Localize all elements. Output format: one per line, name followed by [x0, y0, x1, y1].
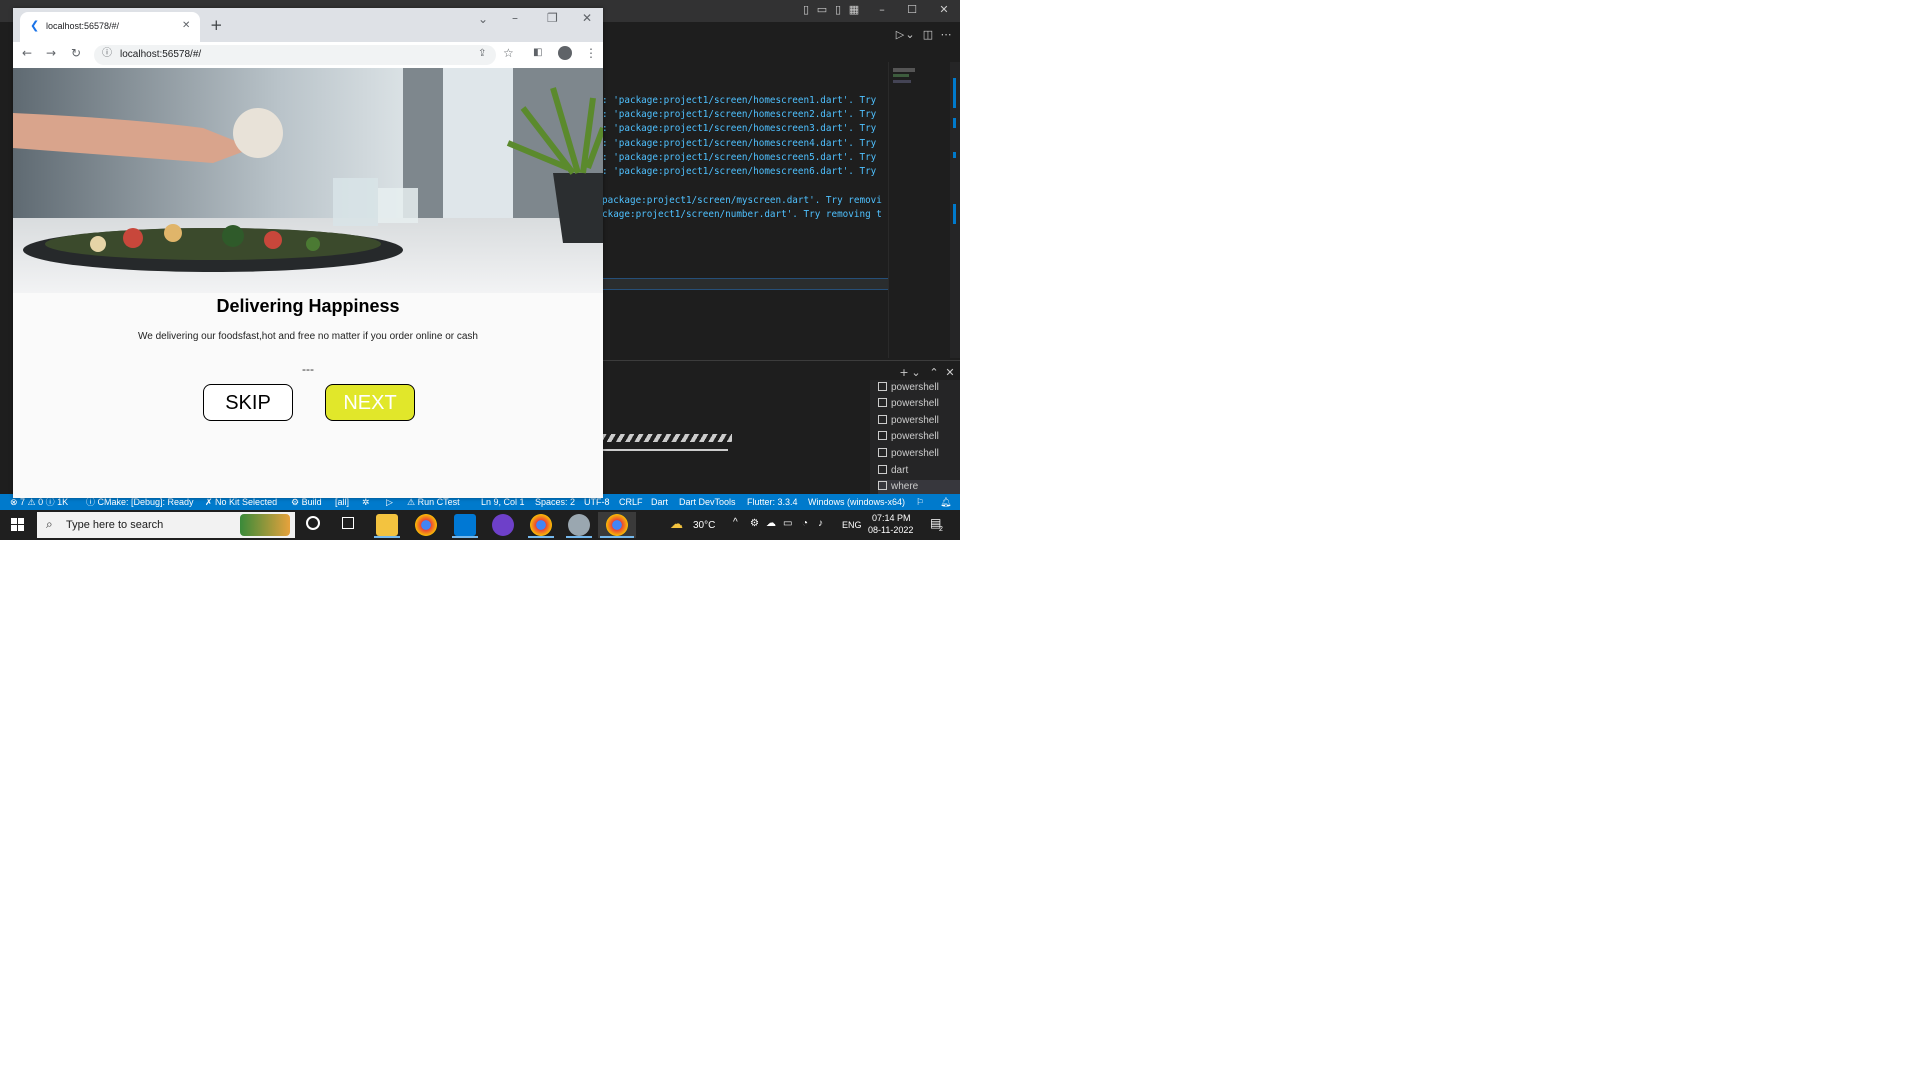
file-explorer-icon[interactable]: [376, 514, 398, 536]
onedrive-icon[interactable]: ☁: [766, 518, 776, 529]
back-icon[interactable]: ←: [22, 46, 32, 60]
current-line-highlight: [602, 278, 888, 290]
tray-app-icon[interactable]: ⚙: [750, 518, 759, 529]
output-line: : 'package:project1/screen/homescreen1.d…: [602, 95, 877, 106]
editor-scrollbar[interactable]: [950, 62, 960, 358]
terminal-icon: [878, 415, 887, 424]
maximize-icon[interactable]: ☐: [906, 4, 918, 16]
more-menu-icon[interactable]: ⋮: [585, 46, 597, 60]
browser-app-icon[interactable]: [568, 514, 590, 536]
reload-icon[interactable]: ↻: [71, 46, 81, 60]
terminal-icon: [878, 382, 887, 391]
output-line: : 'package:project1/screen/homescreen4.d…: [602, 138, 877, 149]
flutter-version[interactable]: Flutter: 3.3.4: [747, 494, 798, 510]
more-actions-icon[interactable]: ⋯: [940, 29, 952, 41]
new-tab-icon[interactable]: +: [210, 18, 223, 33]
split-editor-icon[interactable]: ◫: [922, 29, 934, 41]
start-icon[interactable]: [11, 518, 25, 532]
close-icon[interactable]: ✕: [938, 4, 950, 16]
minimap[interactable]: [888, 62, 951, 358]
side-panel-icon[interactable]: ◧: [533, 46, 542, 60]
tab-search-icon[interactable]: ⌄: [478, 12, 488, 26]
output-line: : 'package:project1/screen/homescreen5.d…: [602, 152, 877, 163]
add-terminal-icon[interactable]: +: [898, 367, 910, 379]
profile-avatar-icon[interactable]: [558, 46, 572, 60]
weather-temp[interactable]: 30°C: [693, 520, 715, 531]
tab-title: localhost:56578/#/: [46, 21, 120, 31]
close-icon[interactable]: ✕: [582, 11, 592, 25]
line-ending[interactable]: CRLF: [619, 494, 643, 510]
search-icon: ⌕: [46, 517, 53, 531]
clock-time[interactable]: 07:14 PM: [872, 513, 911, 523]
search-placeholder: Type here to search: [66, 519, 164, 531]
terminal-icon: [878, 448, 887, 457]
search-highlight-icon[interactable]: [240, 514, 290, 536]
terminal-item[interactable]: powershell: [878, 381, 939, 395]
language-indicator[interactable]: ENG: [842, 520, 862, 530]
task-view-icon[interactable]: [342, 517, 354, 529]
layout-panel-icon[interactable]: ▭: [816, 4, 828, 16]
share-icon[interactable]: ⇪: [478, 47, 486, 61]
skip-button[interactable]: SKIP: [203, 384, 293, 421]
close-panel-icon[interactable]: ✕: [944, 367, 956, 379]
close-tab-icon[interactable]: ✕: [182, 19, 190, 33]
forward-icon[interactable]: →: [46, 46, 56, 60]
chevron-down-icon[interactable]: ⌄: [910, 367, 922, 379]
minimize-icon[interactable]: –: [512, 11, 518, 25]
layout-secondary-icon[interactable]: ▯: [832, 4, 844, 16]
maximize-icon[interactable]: ❐: [547, 11, 558, 25]
terminal-item[interactable]: powershell: [878, 397, 939, 411]
url-text: localhost:56578/#/: [120, 49, 202, 60]
hero-food-image: [13, 68, 603, 293]
maximize-panel-icon[interactable]: ⌃: [928, 367, 940, 379]
editor-actions: ▷ ⌄ ◫ ⋯: [602, 24, 960, 46]
output-line: : 'package:project1/screen/homescreen6.d…: [602, 166, 877, 177]
feedback-icon[interactable]: ⚐: [916, 494, 924, 510]
notifications-icon[interactable]: 🔔︎: [940, 494, 951, 510]
terminal-item-active[interactable]: where: [878, 480, 960, 494]
language-mode[interactable]: Dart: [651, 494, 668, 510]
chrome-icon[interactable]: [606, 514, 628, 536]
customize-layout-icon[interactable]: ▦: [848, 4, 860, 16]
page-indicator: ---: [302, 362, 314, 376]
output-line: package:project1/screen/myscreen.dart'. …: [602, 195, 882, 206]
github-desktop-icon[interactable]: [492, 514, 514, 536]
terminal-icon: [878, 481, 887, 490]
page-subtitle: We delivering our foodsfast,hot and free…: [137, 331, 478, 342]
minimize-icon[interactable]: –: [876, 4, 888, 16]
terminal-icon: [878, 431, 887, 440]
site-info-icon[interactable]: ⓘ: [102, 47, 112, 61]
terminal-progress-bar: [602, 434, 732, 442]
bookmark-star-icon[interactable]: ☆: [503, 46, 514, 60]
vscode-icon[interactable]: [454, 514, 476, 536]
terminal-icon: [878, 465, 887, 474]
output-line: ckage:project1/screen/number.dart'. Try …: [602, 209, 882, 220]
chrome-icon[interactable]: [530, 514, 552, 536]
terminal-item[interactable]: powershell: [878, 447, 939, 461]
layout-sidebar-icon[interactable]: ▯: [800, 4, 812, 16]
flutter-favicon-icon: ❮: [30, 19, 40, 32]
notification-count: 2: [939, 526, 943, 533]
terminal-item[interactable]: powershell: [878, 430, 939, 444]
device-selector[interactable]: Windows (windows-x64): [808, 494, 905, 510]
volume-icon[interactable]: ♪: [818, 518, 823, 529]
terminal-item[interactable]: powershell: [878, 414, 939, 428]
chrome-icon[interactable]: [415, 514, 437, 536]
terminal-underline: [602, 449, 728, 451]
terminal-icon: [878, 398, 887, 407]
terminal-item[interactable]: dart: [878, 464, 908, 478]
network-icon[interactable]: ◔: [802, 518, 808, 529]
output-line: : 'package:project1/screen/homescreen2.d…: [602, 109, 877, 120]
page-title: Delivering Happiness: [216, 296, 400, 316]
cortana-icon[interactable]: [306, 516, 320, 530]
chevron-down-icon[interactable]: ⌄: [904, 29, 916, 41]
output-line: : 'package:project1/screen/homescreen3.d…: [602, 123, 877, 134]
battery-icon[interactable]: ▭: [783, 518, 792, 529]
dart-devtools[interactable]: Dart DevTools: [679, 494, 736, 510]
tray-chevron-icon[interactable]: ^: [733, 517, 738, 528]
weather-icon[interactable]: ☁: [670, 516, 683, 532]
next-button[interactable]: NEXT: [325, 384, 415, 421]
clock-date[interactable]: 08-11-2022: [868, 525, 913, 535]
